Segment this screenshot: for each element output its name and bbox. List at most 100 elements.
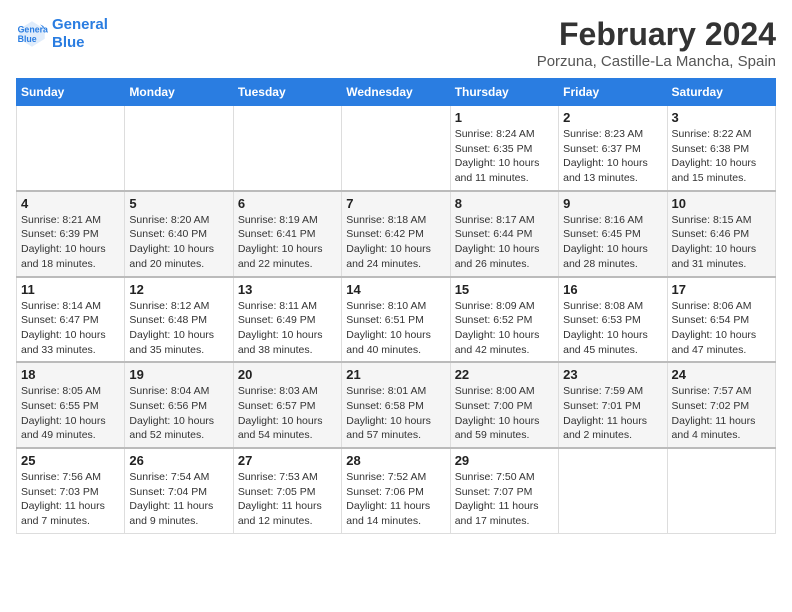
header-day-tuesday: Tuesday	[233, 79, 341, 106]
calendar-body: 1 Sunrise: 8:24 AM Sunset: 6:35 PM Daylig…	[17, 106, 776, 534]
day-info: Sunrise: 8:15 AM Sunset: 6:46 PM Dayligh…	[672, 213, 771, 272]
day-number: 10	[672, 196, 771, 211]
day-info: Sunrise: 8:21 AM Sunset: 6:39 PM Dayligh…	[21, 213, 120, 272]
calendar-cell: 10 Sunrise: 8:15 AM Sunset: 6:46 PM Dayli…	[667, 191, 775, 277]
calendar-cell: 24Sunrise: 7:57 AM Sunset: 7:02 PM Dayli…	[667, 362, 775, 448]
header-day-friday: Friday	[559, 79, 667, 106]
day-info: Sunrise: 8:01 AM Sunset: 6:58 PM Dayligh…	[346, 384, 445, 443]
calendar-cell: 17 Sunrise: 8:06 AM Sunset: 6:54 PM Dayli…	[667, 277, 775, 363]
calendar-cell: 25 Sunrise: 7:56 AM Sunset: 7:03 PM Dayli…	[17, 448, 125, 533]
day-info: Sunrise: 7:53 AM Sunset: 7:05 PM Dayligh…	[238, 470, 337, 529]
calendar-cell: 6 Sunrise: 8:19 AM Sunset: 6:41 PM Daylig…	[233, 191, 341, 277]
day-info: Sunrise: 8:18 AM Sunset: 6:42 PM Dayligh…	[346, 213, 445, 272]
day-info: Sunrise: 8:04 AM Sunset: 6:56 PM Dayligh…	[129, 384, 228, 443]
calendar-cell	[559, 448, 667, 533]
calendar-week-5: 25 Sunrise: 7:56 AM Sunset: 7:03 PM Dayli…	[17, 448, 776, 533]
day-number: 2	[563, 110, 662, 125]
day-info: Sunrise: 8:16 AM Sunset: 6:45 PM Dayligh…	[563, 213, 662, 272]
day-number: 19	[129, 367, 228, 382]
day-info: Sunrise: 8:00 AM Sunset: 7:00 PM Dayligh…	[455, 384, 554, 443]
day-info: Sunrise: 8:17 AM Sunset: 6:44 PM Dayligh…	[455, 213, 554, 272]
calendar-cell: 27 Sunrise: 7:53 AM Sunset: 7:05 PM Dayli…	[233, 448, 341, 533]
day-number: 4	[21, 196, 120, 211]
calendar-cell: 14 Sunrise: 8:10 AM Sunset: 6:51 PM Dayli…	[342, 277, 450, 363]
calendar-cell	[125, 106, 233, 191]
day-info: Sunrise: 7:56 AM Sunset: 7:03 PM Dayligh…	[21, 470, 120, 529]
day-number: 20	[238, 367, 337, 382]
day-info: Sunrise: 7:52 AM Sunset: 7:06 PM Dayligh…	[346, 470, 445, 529]
day-number: 21	[346, 367, 445, 382]
day-number: 6	[238, 196, 337, 211]
calendar-header: SundayMondayTuesdayWednesdayThursdayFrid…	[17, 79, 776, 106]
calendar-cell: 4 Sunrise: 8:21 AM Sunset: 6:39 PM Daylig…	[17, 191, 125, 277]
day-number: 26	[129, 453, 228, 468]
calendar-cell: 5 Sunrise: 8:20 AM Sunset: 6:40 PM Daylig…	[125, 191, 233, 277]
calendar-week-3: 11 Sunrise: 8:14 AM Sunset: 6:47 PM Dayli…	[17, 277, 776, 363]
day-info: Sunrise: 8:14 AM Sunset: 6:47 PM Dayligh…	[21, 299, 120, 358]
day-info: Sunrise: 8:03 AM Sunset: 6:57 PM Dayligh…	[238, 384, 337, 443]
calendar-table: SundayMondayTuesdayWednesdayThursdayFrid…	[16, 78, 776, 534]
header-day-wednesday: Wednesday	[342, 79, 450, 106]
day-info: Sunrise: 8:22 AM Sunset: 6:38 PM Dayligh…	[672, 127, 771, 186]
calendar-cell: 16Sunrise: 8:08 AM Sunset: 6:53 PM Dayli…	[559, 277, 667, 363]
day-info: Sunrise: 7:54 AM Sunset: 7:04 PM Dayligh…	[129, 470, 228, 529]
day-info: Sunrise: 7:57 AM Sunset: 7:02 PM Dayligh…	[672, 384, 771, 443]
calendar-cell	[667, 448, 775, 533]
day-number: 1	[455, 110, 554, 125]
day-info: Sunrise: 8:08 AM Sunset: 6:53 PM Dayligh…	[563, 299, 662, 358]
day-info: Sunrise: 8:10 AM Sunset: 6:51 PM Dayligh…	[346, 299, 445, 358]
calendar-cell: 29Sunrise: 7:50 AM Sunset: 7:07 PM Dayli…	[450, 448, 558, 533]
calendar-cell: 18Sunrise: 8:05 AM Sunset: 6:55 PM Dayli…	[17, 362, 125, 448]
calendar-cell: 21 Sunrise: 8:01 AM Sunset: 6:58 PM Dayli…	[342, 362, 450, 448]
day-info: Sunrise: 8:05 AM Sunset: 6:55 PM Dayligh…	[21, 384, 120, 443]
calendar-cell: 23 Sunrise: 7:59 AM Sunset: 7:01 PM Dayli…	[559, 362, 667, 448]
calendar-week-4: 18Sunrise: 8:05 AM Sunset: 6:55 PM Dayli…	[17, 362, 776, 448]
calendar-cell: 19 Sunrise: 8:04 AM Sunset: 6:56 PM Dayli…	[125, 362, 233, 448]
day-number: 15	[455, 282, 554, 297]
day-number: 5	[129, 196, 228, 211]
logo-icon: General Blue	[16, 18, 48, 50]
calendar-cell: 7 Sunrise: 8:18 AM Sunset: 6:42 PM Daylig…	[342, 191, 450, 277]
header-day-sunday: Sunday	[17, 79, 125, 106]
logo: General Blue General Blue	[16, 16, 108, 52]
day-number: 28	[346, 453, 445, 468]
page-subtitle: Porzuna, Castille-La Mancha, Spain	[537, 53, 776, 70]
calendar-cell	[233, 106, 341, 191]
day-number: 25	[21, 453, 120, 468]
day-number: 8	[455, 196, 554, 211]
day-info: Sunrise: 8:11 AM Sunset: 6:49 PM Dayligh…	[238, 299, 337, 358]
calendar-cell: 1 Sunrise: 8:24 AM Sunset: 6:35 PM Daylig…	[450, 106, 558, 191]
header-day-thursday: Thursday	[450, 79, 558, 106]
calendar-cell	[17, 106, 125, 191]
day-number: 11	[21, 282, 120, 297]
day-info: Sunrise: 8:20 AM Sunset: 6:40 PM Dayligh…	[129, 213, 228, 272]
calendar-cell: 12Sunrise: 8:12 AM Sunset: 6:48 PM Dayli…	[125, 277, 233, 363]
calendar-cell: 2Sunrise: 8:23 AM Sunset: 6:37 PM Daylig…	[559, 106, 667, 191]
calendar-cell: 22Sunrise: 8:00 AM Sunset: 7:00 PM Dayli…	[450, 362, 558, 448]
day-info: Sunrise: 7:59 AM Sunset: 7:01 PM Dayligh…	[563, 384, 662, 443]
day-number: 27	[238, 453, 337, 468]
day-info: Sunrise: 8:06 AM Sunset: 6:54 PM Dayligh…	[672, 299, 771, 358]
header-day-saturday: Saturday	[667, 79, 775, 106]
calendar-cell: 9 Sunrise: 8:16 AM Sunset: 6:45 PM Daylig…	[559, 191, 667, 277]
day-number: 3	[672, 110, 771, 125]
day-number: 23	[563, 367, 662, 382]
day-info: Sunrise: 8:24 AM Sunset: 6:35 PM Dayligh…	[455, 127, 554, 186]
day-info: Sunrise: 8:09 AM Sunset: 6:52 PM Dayligh…	[455, 299, 554, 358]
calendar-cell: 26 Sunrise: 7:54 AM Sunset: 7:04 PM Dayli…	[125, 448, 233, 533]
day-number: 14	[346, 282, 445, 297]
svg-text:Blue: Blue	[18, 34, 37, 44]
day-number: 9	[563, 196, 662, 211]
header-day-monday: Monday	[125, 79, 233, 106]
svg-text:General: General	[18, 24, 48, 34]
day-info: Sunrise: 8:19 AM Sunset: 6:41 PM Dayligh…	[238, 213, 337, 272]
calendar-week-1: 1 Sunrise: 8:24 AM Sunset: 6:35 PM Daylig…	[17, 106, 776, 191]
page-header: General Blue General Blue February 2024 …	[16, 16, 776, 70]
calendar-cell: 28 Sunrise: 7:52 AM Sunset: 7:06 PM Dayli…	[342, 448, 450, 533]
calendar-cell: 20 Sunrise: 8:03 AM Sunset: 6:57 PM Dayli…	[233, 362, 341, 448]
day-number: 7	[346, 196, 445, 211]
day-number: 17	[672, 282, 771, 297]
logo-line1: General	[52, 16, 108, 34]
day-number: 13	[238, 282, 337, 297]
calendar-cell: 3 Sunrise: 8:22 AM Sunset: 6:38 PM Daylig…	[667, 106, 775, 191]
